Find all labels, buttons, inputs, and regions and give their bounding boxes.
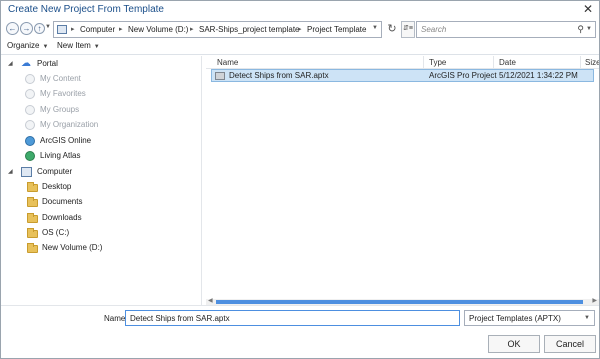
column-header-size[interactable]: Size [585,58,599,67]
cancel-button[interactable]: Cancel [544,335,596,353]
breadcrumb-computer[interactable]: Computer [80,25,115,34]
new-item-menu[interactable]: New Item ▼ [57,41,100,50]
cloud-icon: ☁ [21,58,31,69]
nav-label: Documents [42,197,83,206]
folder-icon [27,213,38,223]
computer-icon [57,25,67,34]
nav-computer-label: Computer [37,167,73,176]
column-header-name[interactable]: Name [217,58,238,67]
dialog-window: Create New Project From Template ✕ ← → ↑… [0,0,600,359]
search-box: ⚲ ▼ [416,21,596,38]
file-type-select[interactable]: Project Templates (APTX) ▼ [464,310,595,326]
organize-menu[interactable]: Organize ▼ [7,41,48,50]
nav-portal-label: Portal [37,59,58,68]
name-field[interactable] [125,310,460,326]
folder-icon [27,182,38,192]
nav-label: Desktop [42,182,72,191]
back-arrow-icon[interactable]: ← [6,22,19,35]
navigation-pane: ◢ ☁ Portal My Content My Favorites My Gr… [1,56,201,305]
collapse-triangle-icon[interactable]: ◢ [8,168,13,175]
collapse-triangle-icon[interactable]: ◢ [8,60,13,67]
user-icon [25,74,35,84]
nav-label: My Content [40,74,81,83]
chevron-down-icon: ▼ [584,315,590,321]
breadcrumb-separator-icon[interactable]: ▸ [71,25,75,33]
column-divider[interactable] [580,56,581,69]
title-bar: Create New Project From Template ✕ [1,1,599,19]
project-template-file-icon [215,72,225,80]
pane-splitter[interactable] [201,56,202,305]
group-icon [25,105,35,115]
table-row[interactable]: Detect Ships from SAR.aptx ArcGIS Pro Pr… [211,69,594,82]
breadcrumb-sar-ships[interactable]: SAR-Ships_project template [199,25,300,34]
search-input[interactable] [417,22,575,37]
up-arrow-icon[interactable]: ↑ [34,23,45,34]
name-label: Name [104,314,126,323]
column-header-row: Name Type Date Size [206,56,599,69]
chevron-down-icon: ▼ [42,44,49,50]
scroll-right-icon[interactable]: ▶ [592,297,597,304]
recent-locations-dropdown-icon[interactable]: ▼ [45,24,51,30]
nav-label: New Volume (D:) [42,243,103,252]
search-icon[interactable]: ⚲ [577,24,584,35]
refresh-icon[interactable]: ↻ [385,21,399,38]
folder-icon [27,228,38,238]
breadcrumb-project-template[interactable]: Project Template [307,25,366,34]
nav-label: My Organization [40,120,99,129]
nav-label: OS (C:) [42,228,70,237]
file-list: Name Type Date Size Detect Ships from SA… [206,56,599,305]
file-name: Detect Ships from SAR.aptx [229,71,329,80]
breadcrumb-separator-icon[interactable]: ▸ [298,25,302,33]
star-icon [25,89,35,99]
forward-arrow-icon[interactable]: → [20,22,33,35]
globe-icon [25,136,35,146]
folder-icon [27,197,38,207]
window-title: Create New Project From Template [8,4,164,15]
organization-icon [25,120,35,130]
nav-label: ArcGIS Online [40,136,92,145]
breadcrumb-separator-icon[interactable]: ▸ [119,25,123,33]
chevron-down-icon[interactable]: ▼ [586,26,592,32]
column-header-type[interactable]: Type [429,58,446,67]
scrollbar-thumb[interactable] [216,300,583,304]
new-item-label: New Item [57,41,91,50]
file-type-value: Project Templates (APTX) [469,314,561,323]
address-row: ← → ↑ ▼ ▸ Computer ▸ New Volume (D:) ▸ S… [1,20,599,40]
chevron-down-icon[interactable]: ▼ [372,25,378,31]
close-icon[interactable]: ✕ [583,2,593,16]
divider [1,305,599,306]
computer-icon [21,167,32,177]
ok-button[interactable]: OK [488,335,540,353]
address-bar[interactable]: ▸ Computer ▸ New Volume (D:) ▸ SAR-Ships… [53,21,382,38]
column-divider[interactable] [423,56,424,69]
atlas-icon [25,151,35,161]
nav-label: Living Atlas [40,151,81,160]
breadcrumb-new-volume[interactable]: New Volume (D:) [128,25,188,34]
column-divider[interactable] [493,56,494,69]
sort-view-icon[interactable]: ⇵≡ [401,21,415,38]
folder-icon [27,243,38,253]
nav-label: Downloads [42,213,82,222]
file-type: ArcGIS Pro Project [429,71,497,80]
scroll-left-icon[interactable]: ◀ [208,297,213,304]
nav-label: My Favorites [40,89,86,98]
nav-label: My Groups [40,105,80,114]
file-date: 5/12/2021 1:34:22 PM [499,71,578,80]
toolbar: Organize ▼ New Item ▼ [1,40,599,55]
breadcrumb-separator-icon[interactable]: ▸ [190,25,194,33]
column-header-date[interactable]: Date [499,58,516,67]
organize-label: Organize [7,41,40,50]
chevron-down-icon: ▼ [93,44,100,50]
